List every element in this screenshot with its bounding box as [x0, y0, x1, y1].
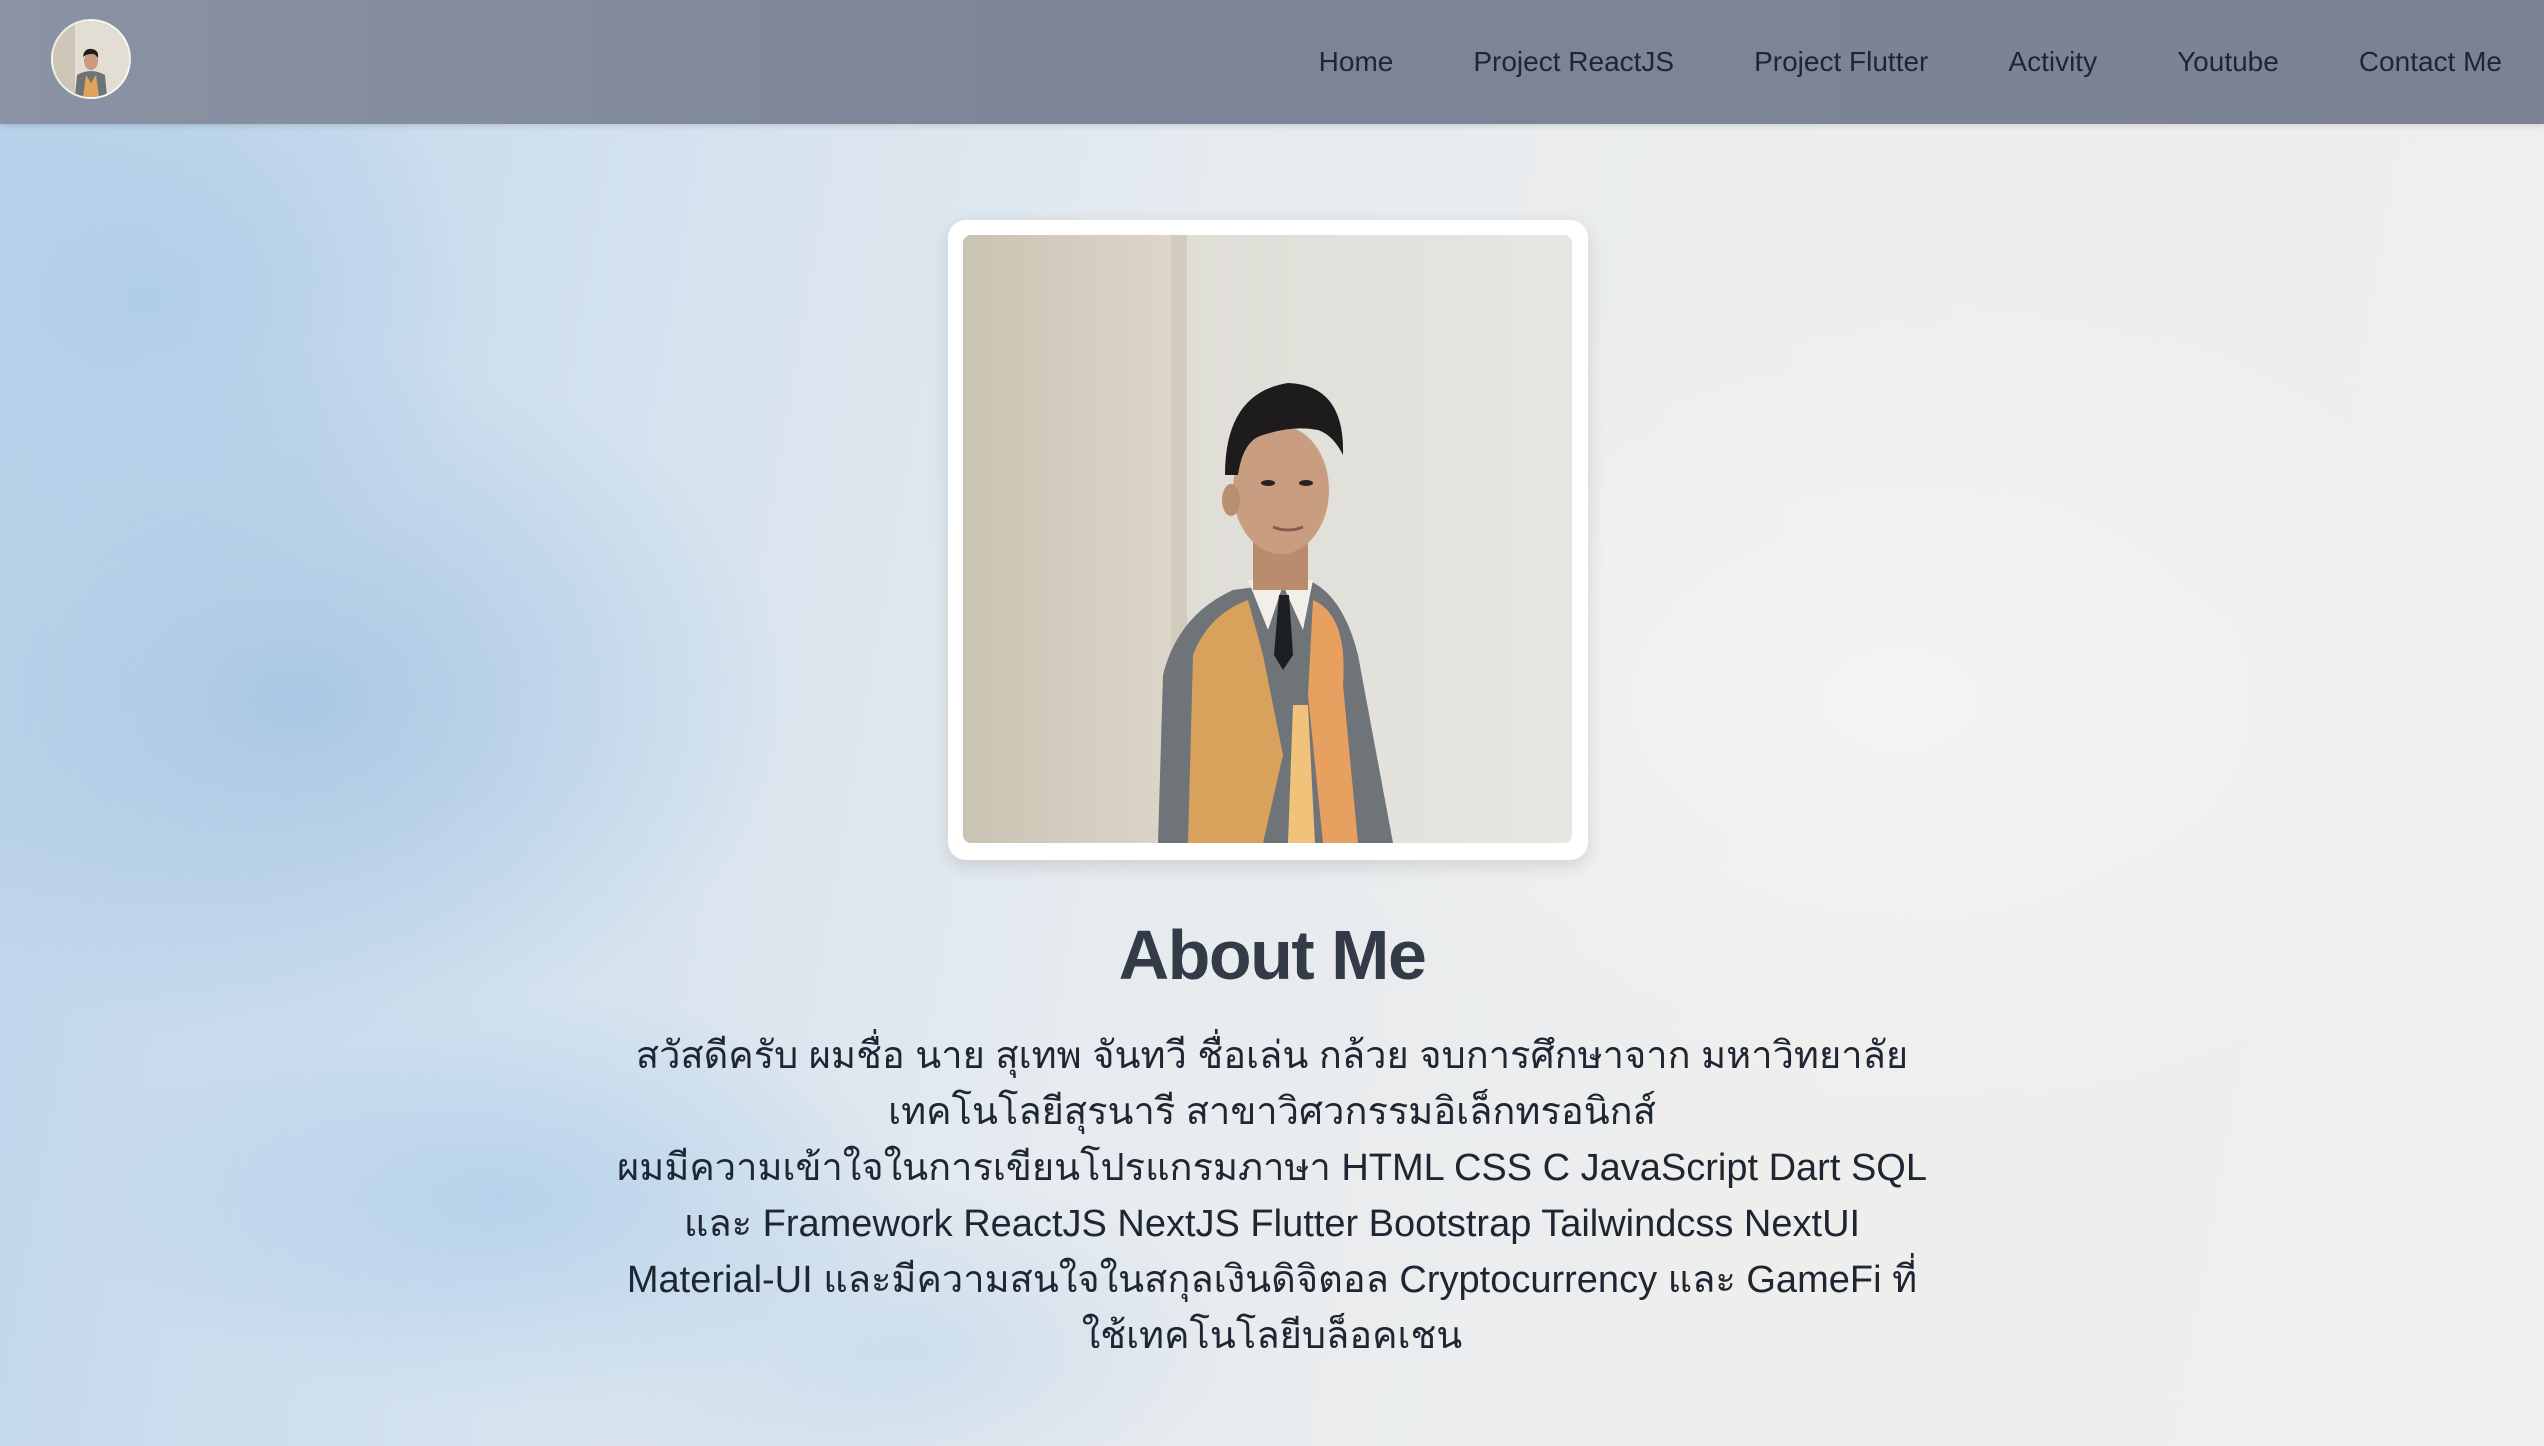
nav-link-activity[interactable]: Activity — [2008, 46, 2097, 78]
nav-links: Home Project ReactJS Project Flutter Act… — [1239, 0, 2502, 124]
profile-avatar[interactable] — [51, 19, 131, 99]
about-line: สวัสดีครับ ผมชื่อ นาย สุเทพ จันทวี ชื่อเ… — [635, 1035, 1909, 1077]
about-line: ผมมีความเข้าใจในการเขียนโปรแกรมภาษา HTML… — [617, 1147, 1927, 1189]
about-title: About Me — [1118, 916, 1427, 994]
about-line: เทคโนโลยีสุรนารี สาขาวิศวกรรมอิเล็กทรอนิ… — [888, 1091, 1656, 1133]
profile-photo-frame — [948, 220, 1588, 860]
nav-link-home[interactable]: Home — [1319, 46, 1394, 78]
nav-link-project-flutter[interactable]: Project Flutter — [1754, 46, 1928, 78]
about-line: และ Framework ReactJS NextJS Flutter Boo… — [683, 1203, 1861, 1245]
nav-link-project-reactjs[interactable]: Project ReactJS — [1473, 46, 1674, 78]
nav-link-contact-me[interactable]: Contact Me — [2359, 46, 2502, 78]
profile-photo — [963, 235, 1572, 843]
nav-link-youtube[interactable]: Youtube — [2177, 46, 2279, 78]
navbar: Home Project ReactJS Project Flutter Act… — [0, 0, 2544, 124]
avatar-portrait-image — [53, 21, 129, 97]
about-line: ใช้เทคโนโลยีบล็อคเชน — [1081, 1315, 1463, 1357]
about-line: Material-UI และมีความสนใจในสกุลเงินดิจิต… — [626, 1259, 1918, 1301]
about-paragraph: สวัสดีครับ ผมชื่อ นาย สุเทพ จันทวี ชื่อเ… — [572, 1028, 1972, 1364]
